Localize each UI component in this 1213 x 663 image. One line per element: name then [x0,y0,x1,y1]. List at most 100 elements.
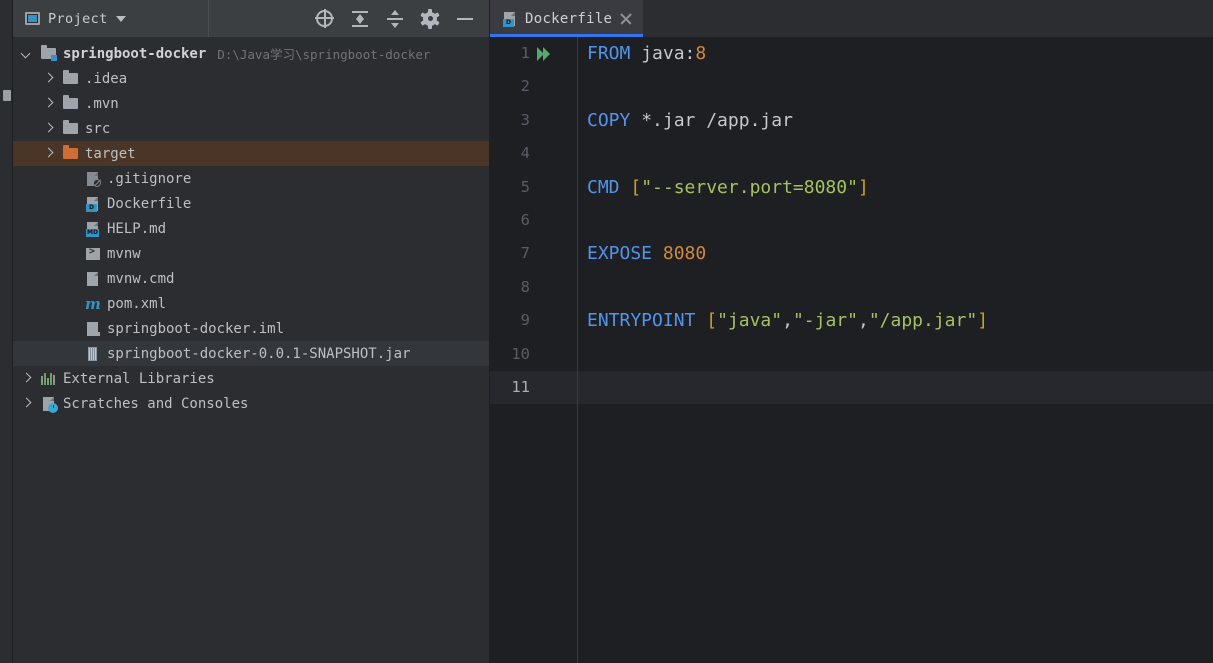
tree-node-target[interactable]: target [13,141,489,166]
code-line-6[interactable] [578,204,1213,237]
code-line-8[interactable] [578,271,1213,304]
gutter-line-9[interactable]: 9 [490,304,577,337]
gutter-line-1[interactable]: 1 [490,37,577,70]
tree-node-help-md[interactable]: MD HELP.md [13,216,489,241]
tree-node-springboot-docker[interactable]: springboot-docker D:\Java学习\springboot-do… [13,41,489,66]
tree-node-label: springboot-docker-0.0.1-SNAPSHOT.jar [107,345,411,362]
gutter-line-7[interactable]: 7 [490,237,577,270]
tab-dockerfile[interactable]: D Dockerfile [490,0,644,37]
settings-button[interactable] [420,8,440,29]
stripe-handle [3,90,11,101]
gutter-line-8[interactable]: 8 [490,271,577,304]
code-line-3[interactable]: COPY *.jar /app.jar [578,104,1213,137]
code-line-9[interactable]: ENTRYPOINT ["java","-jar","/app.jar"] [578,304,1213,337]
tree-node-springboot-docker-iml[interactable]: springboot-docker.iml [13,316,489,341]
code-token: *.jar [630,109,707,131]
gutter-line-11[interactable]: 11 [490,370,577,405]
project-tool-stripe[interactable]: Project [0,0,13,663]
tree-node-dockerfile[interactable]: D Dockerfile [13,191,489,216]
tree-node-gitignore[interactable]: .gitignore [13,166,489,191]
gutter-line-5[interactable]: 5 [490,171,577,204]
tree-node-label: Scratches and Consoles [63,395,249,412]
code-line-1[interactable]: FROM java:8 [578,37,1213,70]
chevron-right-icon[interactable] [43,98,54,109]
maven-file-icon: m [85,294,101,313]
collapse-all-icon [386,9,404,28]
crosshair-target-icon [315,8,334,28]
project-title-group[interactable]: Project [13,11,208,27]
tree-node-label: src [85,120,111,137]
scratches-icon [41,396,58,413]
project-tool-window: Project springboot-docker D:\Java学习\spri… [13,0,490,663]
folder-icon [63,95,79,112]
shell-script-icon [85,246,101,262]
chevron-down-icon[interactable] [115,15,126,22]
markdown-file-icon: MD [85,221,101,237]
tree-node-mvnw[interactable]: mvnw [13,241,489,266]
code-token: 8080 [662,243,707,265]
code-editor[interactable]: 1 2 3 4 5 6 7 8 9 10 11 FROM java:8 COPY *.jar /app… [490,37,1213,663]
line-number: 6 [520,210,530,229]
code-token: java: [630,43,696,64]
tree-node-scratches-and-consoles[interactable]: Scratches and Consoles [13,391,489,416]
tree-node-springboot-docker-0-0-1-snapshot-jar[interactable]: springboot-docker-0.0.1-SNAPSHOT.jar [13,341,489,366]
text-file-icon [85,271,101,287]
gutter-line-3[interactable]: 3 [490,104,577,137]
code-line-11[interactable] [578,370,1213,405]
code-token: [ [706,310,718,332]
code-line-10[interactable] [578,338,1213,371]
chevron-right-icon[interactable] [43,73,54,84]
editor-area: D Dockerfile 1 2 3 4 5 6 7 8 9 10 11 FROM java:8 CO… [490,0,1213,663]
code-lines[interactable]: FROM java:8 COPY *.jar /app.jar CMD ["--se… [578,37,1213,663]
code-line-4[interactable] [578,137,1213,170]
gutter-line-10[interactable]: 10 [490,338,577,371]
tree-node-src[interactable]: src [13,116,489,141]
tree-node-label: .gitignore [107,170,192,187]
chevron-right-icon[interactable] [21,373,32,384]
folder-orange-icon [63,145,79,162]
gutter-line-2[interactable]: 2 [490,70,577,103]
code-line-5[interactable]: CMD ["--server.port=8080"] [578,171,1213,204]
tree-node-idea[interactable]: .idea [13,66,489,91]
chevron-down-icon[interactable] [21,48,32,59]
code-token: /app.jar [706,109,793,131]
code-line-2[interactable] [578,70,1213,103]
libraries-icon [41,371,57,387]
code-token: ] [857,176,869,198]
chevron-right-icon[interactable] [43,148,54,159]
tree-node-external-libraries[interactable]: External Libraries [13,366,489,391]
gitignore-file-icon [85,171,101,187]
chevron-right-icon[interactable] [21,398,32,409]
project-panel-title: Project [48,10,108,27]
chevron-right-icon[interactable] [43,123,54,134]
run-double-chevron-icon[interactable] [536,45,554,63]
gutter-line-6[interactable]: 6 [490,204,577,237]
tree-node-label: mvnw [107,245,141,262]
gutter-line-4[interactable]: 4 [490,137,577,170]
editor-gutter[interactable]: 1 2 3 4 5 6 7 8 9 10 11 [490,37,577,663]
collapse-all-button[interactable] [385,9,405,29]
project-tree[interactable]: springboot-docker D:\Java学习\springboot-do… [13,37,489,416]
project-window-icon [25,12,40,25]
line-number: 2 [520,77,530,96]
line-number: 7 [520,244,530,263]
locate-file-button[interactable] [315,8,335,29]
close-icon[interactable] [619,12,633,26]
hide-panel-button[interactable] [455,9,475,29]
tree-node-mvnw-cmd[interactable]: mvnw.cmd [13,266,489,291]
module-folder-icon [41,45,57,62]
code-token: "java" [717,310,783,332]
expand-all-button[interactable] [350,9,370,29]
tree-node-mvn[interactable]: .mvn [13,91,489,116]
code-line-7[interactable]: EXPOSE 8080 [578,237,1213,270]
tree-node-pom-xml[interactable]: m pom.xml [13,291,489,316]
tree-node-label: HELP.md [107,220,167,237]
